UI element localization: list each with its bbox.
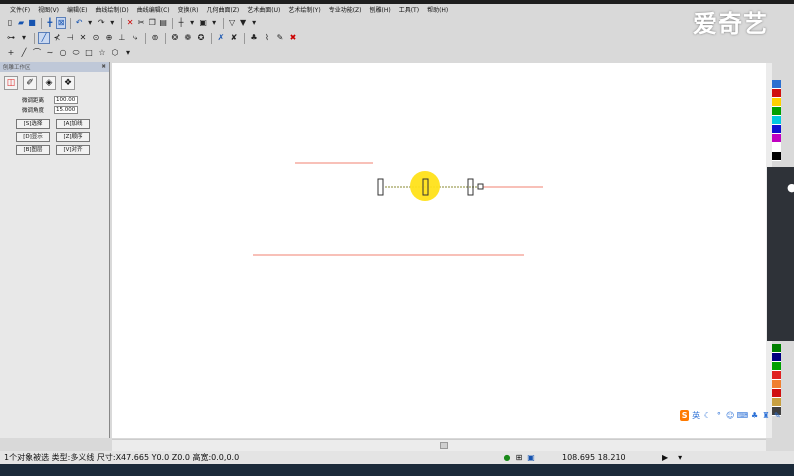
color-swatch[interactable] — [772, 89, 781, 98]
color-swatch[interactable] — [772, 143, 781, 152]
play-icon[interactable]: ▶ — [662, 451, 668, 464]
cursor-highlight — [410, 171, 440, 201]
os-taskbar — [0, 464, 794, 476]
color-swatch[interactable] — [772, 380, 781, 389]
color-swatch[interactable] — [772, 389, 781, 398]
ime-toolbar: S 英 ☾ ° ☺ ⌨ ♣ ♜ ✎ — [678, 408, 782, 422]
color-swatch[interactable] — [772, 398, 781, 407]
emoji-icon[interactable]: ☺ — [726, 410, 735, 421]
node-handle[interactable] — [477, 183, 484, 190]
shirt-icon[interactable]: ♜ — [761, 410, 770, 421]
color-swatch[interactable] — [772, 134, 781, 143]
selection-status: 1个对象被选 类型:多义线 尺寸:X47.665 Y0.0 Z0.0 高宽:0.… — [4, 453, 240, 462]
status-bar: 1个对象被选 类型:多义线 尺寸:X47.665 Y0.0 Z0.0 高宽:0.… — [0, 451, 794, 464]
moon-icon[interactable]: ☾ — [703, 410, 712, 421]
overlay-popup: ● — [767, 167, 794, 341]
punctuation-icon[interactable]: ° — [714, 410, 723, 421]
color-palette-lower — [772, 344, 781, 416]
color-swatch[interactable] — [772, 80, 781, 89]
sogou-ime-icon[interactable]: S — [680, 409, 690, 421]
keyboard-icon[interactable]: ⌨ — [737, 410, 749, 421]
skin-icon[interactable]: ♣ — [750, 410, 759, 421]
color-swatch[interactable] — [772, 107, 781, 116]
play-circle-icon[interactable]: ● — [502, 452, 512, 462]
canvas-drawing-layer — [253, 162, 543, 256]
grid-icon[interactable]: ⊞ — [514, 452, 524, 462]
ime-lang-label[interactable]: 英 — [691, 410, 700, 421]
snap-icon[interactable]: ▣ — [526, 452, 536, 462]
horizontal-scrollbar[interactable] — [112, 439, 766, 451]
nav-dropdown-icon[interactable]: ▾ — [678, 451, 682, 464]
status-nav: ▶ ▾ — [662, 451, 682, 464]
cursor-coordinates: 108.695 18.210 — [562, 453, 626, 462]
color-swatch[interactable] — [772, 125, 781, 134]
color-swatch[interactable] — [772, 344, 781, 353]
color-palette — [772, 80, 781, 161]
wrench-icon[interactable]: ✎ — [773, 410, 782, 421]
color-swatch[interactable] — [772, 362, 781, 371]
color-swatch[interactable] — [772, 371, 781, 380]
color-swatch[interactable] — [772, 152, 781, 161]
scroll-thumb[interactable] — [440, 442, 448, 449]
color-swatch[interactable] — [772, 353, 781, 362]
status-icons: ● ⊞ ▣ — [502, 452, 536, 462]
color-swatch[interactable] — [772, 98, 781, 107]
selection-handle-left[interactable] — [377, 178, 384, 196]
popup-bullet-icon: ● — [787, 181, 794, 194]
color-swatch[interactable] — [772, 116, 781, 125]
